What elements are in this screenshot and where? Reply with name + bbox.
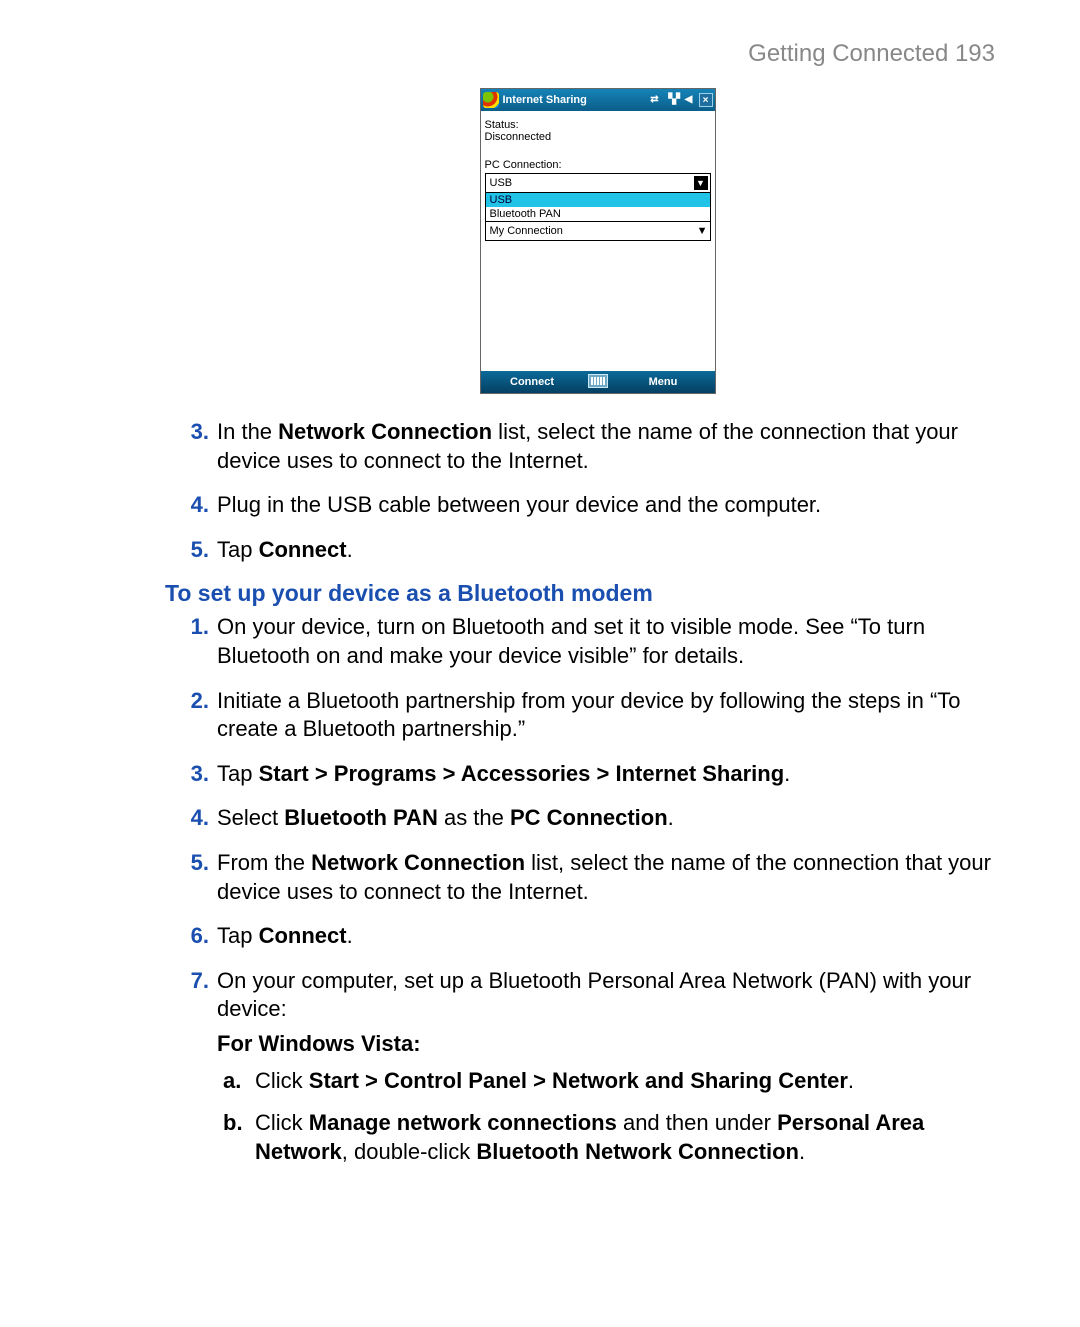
window-title: Internet Sharing — [503, 94, 648, 106]
step-4: 4. Plug in the USB cable between your de… — [175, 491, 1010, 520]
step-number: 4. — [179, 804, 209, 833]
step-letter: b. — [223, 1109, 243, 1138]
start-icon — [483, 92, 499, 108]
step-number: 7. — [179, 967, 209, 996]
option-bluetooth-pan[interactable]: Bluetooth PAN — [486, 207, 710, 221]
section-bluetooth-modem: To set up your device as a Bluetooth mod… — [165, 580, 1020, 607]
bt-step-3: 3. Tap Start > Programs > Accessories > … — [175, 760, 1010, 789]
step-number: 3. — [179, 760, 209, 789]
network-connection-value: My Connection — [490, 225, 563, 237]
pc-connection-label: PC Connection: — [485, 159, 711, 171]
menu-softkey[interactable]: Menu — [612, 376, 715, 388]
close-icon[interactable]: × — [699, 93, 713, 107]
step-number: 4. — [179, 491, 209, 520]
step-number: 2. — [179, 687, 209, 716]
bt-step-2: 2. Initiate a Bluetooth partnership from… — [175, 687, 1010, 744]
signal-icon: ▝▞ — [665, 93, 679, 107]
bt-step-4: 4. Select Bluetooth PAN as the PC Connec… — [175, 804, 1010, 833]
option-usb[interactable]: USB — [486, 193, 710, 207]
softkey-bar: Connect Menu — [481, 371, 715, 393]
step-number: 5. — [179, 536, 209, 565]
bt-step-5: 5. From the Network Connection list, sel… — [175, 849, 1010, 906]
step-number: 5. — [179, 849, 209, 878]
window-titlebar: Internet Sharing ⇄ ▝▞ ◀ × — [481, 89, 715, 111]
vista-heading: For Windows Vista: — [217, 1030, 1010, 1059]
step-5: 5. Tap Connect. — [175, 536, 1010, 565]
volume-icon: ◀ — [682, 93, 696, 107]
chevron-down-icon: ▼ — [694, 176, 708, 190]
bt-step-7: 7. On your computer, set up a Bluetooth … — [175, 967, 1010, 1167]
pc-connection-options: USB Bluetooth PAN — [485, 193, 711, 222]
network-connection-select[interactable]: My Connection ▼ — [485, 222, 711, 241]
step-number: 3. — [179, 418, 209, 447]
chevron-down-icon: ▼ — [697, 225, 708, 237]
step-3: 3. In the Network Connection list, selec… — [175, 418, 1010, 475]
pc-connection-selected: USB — [490, 177, 513, 189]
pc-connection-select[interactable]: USB ▼ — [485, 173, 711, 193]
keyboard-icon[interactable] — [584, 374, 612, 391]
vista-step-a: a. Click Start > Control Panel > Network… — [223, 1067, 1010, 1096]
step-letter: a. — [223, 1067, 241, 1096]
status-label: Status: — [485, 119, 711, 131]
bt-step-1: 1. On your device, turn on Bluetooth and… — [175, 613, 1010, 670]
status-value: Disconnected — [485, 131, 711, 143]
step-number: 1. — [179, 613, 209, 642]
page-header: Getting Connected 193 — [175, 40, 1020, 68]
connectivity-icon: ⇄ — [648, 93, 662, 107]
bt-step-6: 6. Tap Connect. — [175, 922, 1010, 951]
device-screenshot: Internet Sharing ⇄ ▝▞ ◀ × Status: Discon… — [480, 88, 716, 394]
step-number: 6. — [179, 922, 209, 951]
connect-softkey[interactable]: Connect — [481, 376, 584, 388]
vista-step-b: b. Click Manage network connections and … — [223, 1109, 1010, 1166]
